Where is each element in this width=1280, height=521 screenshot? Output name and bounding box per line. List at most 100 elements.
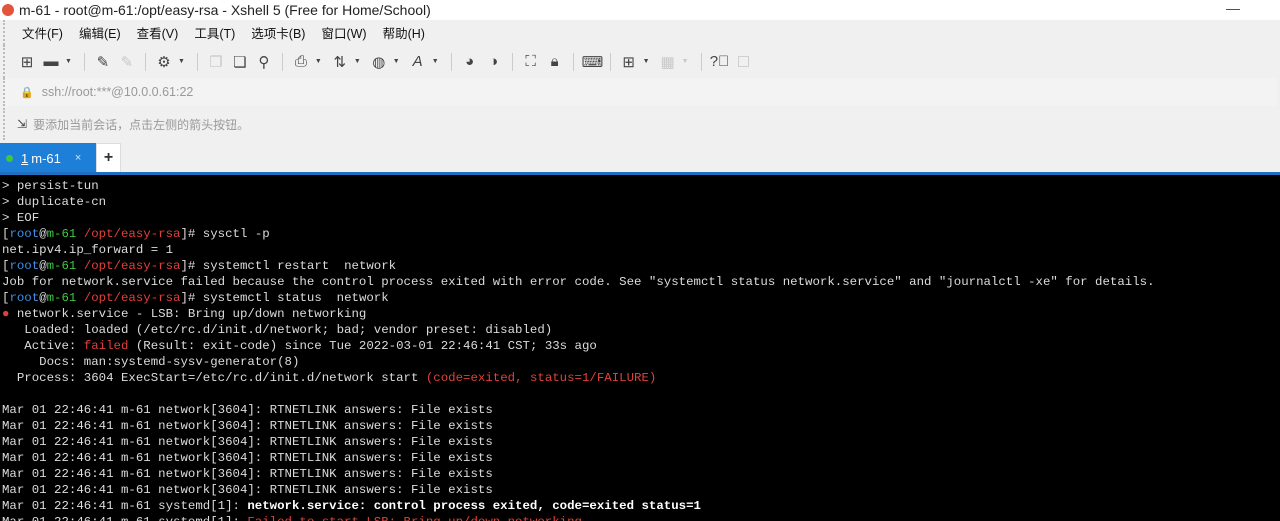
keyboard-icon[interactable]: ⌨ (582, 53, 604, 71)
terminal-line: [root@m-61 /opt/easy-rsa]# systemctl res… (2, 258, 1280, 274)
tab-number: 1 (21, 150, 29, 166)
terminal-text: Mar 01 22:46:41 m-61 network[3604]: RTNE… (2, 467, 493, 481)
terminal-text: Active: (2, 339, 84, 353)
terminal-line: Active: failed (Result: exit-code) since… (2, 338, 1280, 354)
terminal-text: Mar 01 22:46:41 m-61 network[3604]: RTNE… (2, 403, 493, 417)
terminal-line: Loaded: loaded (/etc/rc.d/init.d/network… (2, 322, 1280, 338)
terminal-text: Mar 01 22:46:41 m-61 network[3604]: RTNE… (2, 419, 493, 433)
connected-status-icon (6, 154, 13, 162)
chat-icon[interactable]: ☐ (734, 53, 754, 71)
lock-icon: 🔒 (20, 86, 34, 99)
chevron-down-icon[interactable]: ▼ (315, 58, 322, 65)
address-bar[interactable]: 🔒 ssh://root:***@10.0.0.61:22 (3, 78, 1277, 106)
copy-icon[interactable]: ❐ (206, 53, 226, 71)
terminal-line: Process: 3604 ExecStart=/etc/rc.d/init.d… (2, 370, 1280, 386)
terminal-text: /opt/easy-rsa (76, 291, 181, 305)
properties-icon[interactable]: ⚙ (154, 53, 174, 71)
terminal-line: [root@m-61 /opt/easy-rsa]# systemctl sta… (2, 290, 1280, 306)
find-icon[interactable]: ⚲ (254, 53, 274, 71)
connect-icon[interactable]: ✎ (93, 53, 113, 71)
terminal-line: [root@m-61 /opt/easy-rsa]# sysctl -p (2, 226, 1280, 242)
globe-icon[interactable]: ◍ (369, 53, 389, 71)
paste-icon[interactable]: ❏ (230, 53, 250, 71)
terminal-text: @ (39, 259, 47, 273)
title-bar: m-61 - root@m-61:/opt/easy-rsa - Xshell … (0, 0, 1280, 20)
terminal-text: > persist-tun (2, 179, 99, 193)
terminal-text: /opt/easy-rsa (76, 259, 181, 273)
help-icon[interactable]: ?⃝ (710, 53, 730, 70)
xftp-icon[interactable]: ◕ (460, 53, 480, 70)
terminal-text: ]# sysctl -p (180, 227, 270, 241)
divider (609, 52, 611, 71)
chevron-down-icon[interactable]: ▼ (178, 58, 185, 65)
menu-edit[interactable]: 编辑(E) (79, 23, 121, 42)
terminal-text: (Result: exit-code) since Tue 2022-03-01… (128, 339, 597, 353)
terminal-output[interactable]: > persist-tun > duplicate-cn > EOF [root@m-… (0, 175, 1280, 521)
terminal-line: > persist-tun (2, 178, 1280, 194)
terminal-text: ]# systemctl restart network (180, 259, 397, 273)
terminal-line: Mar 01 22:46:41 m-61 network[3604]: RTNE… (2, 450, 1280, 466)
terminal-text: net.ipv4.ip_forward = 1 (2, 243, 174, 257)
terminal-line: Docs: man:systemd-sysv-generator(8) (2, 354, 1280, 370)
chevron-down-icon[interactable]: ▼ (432, 58, 439, 65)
chevron-down-icon[interactable]: ▼ (354, 58, 361, 65)
window-title: m-61 - root@m-61:/opt/easy-rsa - Xshell … (19, 2, 431, 18)
terminal-text: (code=exited, status=1/FAILURE) (425, 371, 657, 385)
chevron-down-icon[interactable]: ▼ (65, 58, 72, 65)
divider (281, 52, 283, 71)
chevron-down-icon[interactable]: ▼ (682, 58, 689, 65)
menu-help[interactable]: 帮助(H) (383, 23, 425, 42)
terminal-text: ]# systemctl status network (180, 291, 389, 305)
fullscreen-icon[interactable]: ⛶ (521, 53, 541, 70)
terminal-text: /opt/easy-rsa (76, 227, 181, 241)
terminal-text: root (9, 291, 40, 305)
menu-bar: 文件(F) 编辑(E) 查看(V) 工具(T) 选项卡(B) 窗口(W) 帮助(… (3, 20, 1280, 45)
font-icon[interactable]: A (408, 53, 428, 70)
menu-file[interactable]: 文件(F) (22, 23, 63, 42)
divider (450, 52, 452, 71)
terminal-line: Job for network.service failed because t… (2, 274, 1280, 290)
new-session-icon[interactable]: ⊞ (17, 53, 37, 71)
terminal-text: Docs: man:systemd-sysv-generator(8) (2, 355, 300, 369)
new-tab-icon[interactable]: ⊞ (619, 53, 639, 71)
xshell-app-icon (2, 4, 14, 16)
address-input[interactable]: ssh://root:***@10.0.0.61:22 (42, 85, 194, 99)
terminal-line: Mar 01 22:46:41 m-61 network[3604]: RTNE… (2, 466, 1280, 482)
divider (144, 52, 146, 71)
terminal-text: m-61 (46, 227, 77, 241)
terminal-line: Mar 01 22:46:41 m-61 network[3604]: RTNE… (2, 482, 1280, 498)
xmanager-icon[interactable]: ◑ (484, 53, 504, 70)
terminal-text: Failed to start LSB: Bring up/down netwo… (247, 515, 589, 521)
terminal-line: Mar 01 22:46:41 m-61 network[3604]: RTNE… (2, 434, 1280, 450)
terminal-text: root (9, 259, 40, 273)
minimize-button[interactable]: — (1226, 0, 1240, 16)
menu-tabs[interactable]: 选项卡(B) (251, 23, 305, 42)
close-tab-icon[interactable]: × (75, 152, 81, 164)
toolbar: ⊞ ▬ ▼ ✎ ✎ ⚙ ▼ ❐ ❏ ⚲ ⎙ ▼ ⇅ ▼ ◍ ▼ A ▼ ◕ ◑ ⛶ 🔒︎ ⌨… (3, 45, 1280, 78)
tab-label: m-61 (31, 150, 61, 166)
add-session-arrow-icon[interactable]: ⇲ (17, 117, 27, 131)
menu-view[interactable]: 查看(V) (137, 23, 179, 42)
open-folder-icon[interactable]: ▬ (41, 53, 61, 70)
layout-icon[interactable]: ▦ (658, 53, 678, 71)
terminal-text: failed (83, 339, 129, 353)
new-tab-button[interactable]: + (96, 143, 121, 173)
hint-text: 要添加当前会话，点击左侧的箭头按钮。 (33, 117, 250, 132)
menu-tools[interactable]: 工具(T) (194, 23, 235, 42)
chevron-down-icon[interactable]: ▼ (393, 58, 400, 65)
chevron-down-icon[interactable]: ▼ (643, 58, 650, 65)
lock-icon[interactable]: 🔒︎ (545, 53, 565, 70)
tab-bar: 1 m-61 × + (0, 143, 1280, 173)
print-icon[interactable]: ⎙ (291, 53, 311, 70)
terminal-line: Mar 01 22:46:41 m-61 systemd[1]: Failed … (2, 514, 1280, 521)
terminal-text: Mar 01 22:46:41 m-61 systemd[1]: (2, 515, 247, 521)
terminal-text: Job for network.service failed because t… (2, 275, 1155, 289)
terminal-text: > duplicate-cn (2, 195, 107, 209)
tab-m-61[interactable]: 1 m-61 × (0, 143, 96, 173)
disconnect-icon[interactable]: ✎ (117, 53, 137, 71)
terminal-text: Mar 01 22:46:41 m-61 network[3604]: RTNE… (2, 483, 493, 497)
terminal-text: Process: 3604 ExecStart=/etc/rc.d/init.d… (2, 371, 426, 385)
menu-window[interactable]: 窗口(W) (321, 23, 366, 42)
terminal-line: ● network.service - LSB: Bring up/down n… (2, 306, 1280, 322)
transfer-icon[interactable]: ⇅ (330, 53, 350, 71)
